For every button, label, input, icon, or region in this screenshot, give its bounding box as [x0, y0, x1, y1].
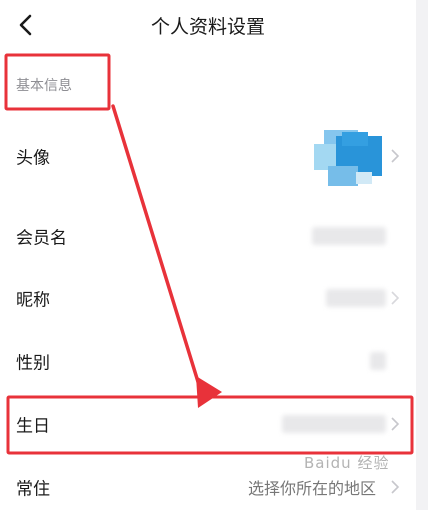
header-bar: 个人资料设置: [0, 0, 416, 50]
row-label: 头像: [16, 148, 50, 169]
chevron-right-icon: [391, 291, 400, 305]
row-value: 选择你所在的地区: [247, 479, 376, 498]
row-label: 昵称: [16, 290, 50, 311]
redacted-value: [312, 227, 386, 245]
chevron-right-icon: [391, 149, 400, 163]
avatar-image: [314, 130, 382, 186]
page-title: 个人资料设置: [150, 16, 265, 38]
row-label: 会员名: [16, 228, 67, 249]
row-birthday[interactable]: 生日: [0, 396, 416, 452]
row-member-name[interactable]: 会员名: [0, 208, 416, 264]
row-gender[interactable]: 性别: [0, 333, 416, 389]
row-label: 性别: [16, 353, 50, 374]
row-label: 生日: [16, 416, 50, 437]
redacted-value: [326, 289, 386, 307]
section-label-basic-info: 基本信息: [16, 78, 72, 94]
chevron-right-icon: [391, 417, 400, 431]
redacted-value: [282, 415, 386, 433]
chevron-right-icon: [391, 480, 400, 494]
row-nickname[interactable]: 昵称: [0, 270, 416, 326]
row-label: 常住: [16, 479, 50, 500]
redacted-value: [370, 352, 386, 370]
right-edge-strip: [416, 0, 428, 510]
baidu-watermark: Baidu 经验: [304, 454, 390, 472]
avatar[interactable]: [312, 126, 384, 190]
